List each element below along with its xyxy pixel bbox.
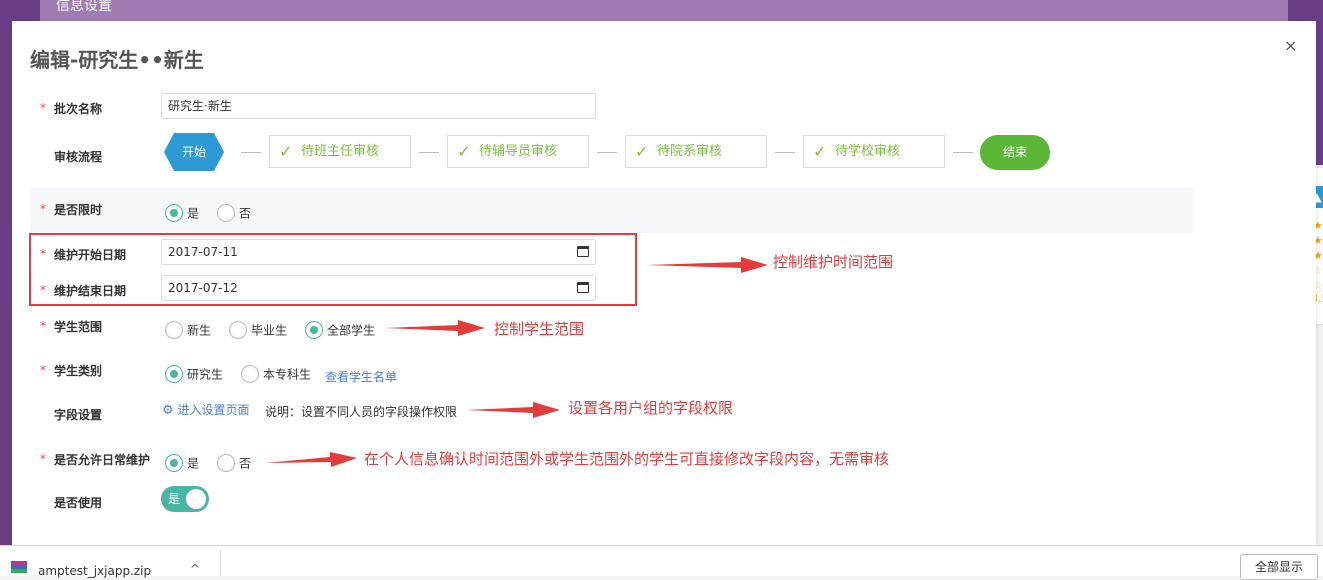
toggle-knob <box>186 489 206 509</box>
arrow-icon <box>385 320 485 336</box>
flow-step: ✓ 待辅导员审核 <box>447 135 589 168</box>
zip-archive-icon <box>11 561 27 573</box>
annotation-student-scope: 控制学生范围 <box>494 320 585 338</box>
date-range-highlight-box <box>29 233 637 306</box>
required-mark: * <box>40 202 46 216</box>
dialog-title: 编辑-研究生••新生 <box>30 48 204 72</box>
flow-start-node: 开始 <box>164 133 224 171</box>
flow-connector <box>419 152 439 153</box>
scope-graduate-radio[interactable]: 毕业生 <box>229 321 287 339</box>
flow-step-label: 待院系审核 <box>657 144 723 159</box>
daily-maintenance-no-radio[interactable]: 否 <box>217 454 251 472</box>
annotation-daily-maintenance: 在个人信息确认时间范围外或学生范围外的学生可直接修改字段内容，无需审核 <box>364 450 890 468</box>
check-icon: ✓ <box>457 142 471 161</box>
show-all-button[interactable]: 全部显示 <box>1240 554 1318 580</box>
batch-name-input[interactable]: 研究生·新生 <box>161 93 596 119</box>
flow-step-label: 待班主任审核 <box>301 144 380 159</box>
flow-connector <box>597 152 617 153</box>
required-mark: * <box>40 452 46 466</box>
time-limited-label: 是否限时 <box>54 203 103 217</box>
flow-connector <box>241 152 261 153</box>
close-button[interactable]: × <box>1284 38 1297 54</box>
flow-step: ✓ 待院系审核 <box>625 135 767 168</box>
arrow-icon <box>466 402 560 418</box>
check-icon: ✓ <box>813 142 827 161</box>
daily-maintenance-label: 是否允许日常维护 <box>54 453 151 467</box>
flow-step-label: 待学校审核 <box>835 144 901 159</box>
time-limited-row-background <box>30 187 1193 233</box>
flow-end-node: 结束 <box>980 135 1050 170</box>
scope-new-radio[interactable]: 新生 <box>165 321 211 339</box>
flow-connector <box>953 152 973 153</box>
type-postgraduate-radio[interactable]: 研究生 <box>165 365 223 383</box>
background-header-title: 信息设置 <box>56 0 112 14</box>
student-type-label: 学生类别 <box>54 364 103 378</box>
scope-all-radio[interactable]: 全部学生 <box>305 321 375 339</box>
arrow-icon <box>265 452 357 467</box>
background-header: 信息设置 <box>40 0 1288 21</box>
time-limited-yes-radio[interactable]: 是 <box>165 204 199 222</box>
check-icon: ✓ <box>635 142 649 161</box>
gear-icon: ⚙ <box>162 403 174 418</box>
batch-name-label: 批次名称 <box>54 102 103 116</box>
flow-connector <box>775 152 795 153</box>
download-file-name[interactable]: amptest_jxjapp.zip <box>38 564 151 578</box>
annotation-field-permission: 设置各用户组的字段权限 <box>568 399 734 417</box>
flow-label: 审核流程 <box>54 150 103 164</box>
annotation-time-range: 控制维护时间范围 <box>773 253 894 271</box>
flow-step-label: 待辅导员审核 <box>479 144 558 159</box>
chevron-up-icon[interactable]: ^ <box>190 562 200 576</box>
required-mark: * <box>40 101 46 115</box>
in-use-label: 是否使用 <box>54 496 103 510</box>
in-use-toggle[interactable]: 是 <box>161 486 209 512</box>
download-separator <box>220 550 221 576</box>
download-bar: amptest_jxjapp.zip ^ 全部显示 <box>0 545 1323 580</box>
enter-settings-link[interactable]: ⚙ 进入设置页面 <box>162 401 250 418</box>
type-undergraduate-radio[interactable]: 本专科生 <box>241 365 311 383</box>
view-student-list-link[interactable]: 查看学生名单 <box>325 368 397 385</box>
flow-step: ✓ 待班主任审核 <box>269 135 411 168</box>
flow-start-label: 开始 <box>181 145 206 159</box>
required-mark: * <box>40 363 46 377</box>
time-limited-no-radio[interactable]: 否 <box>217 204 251 222</box>
flow-step: ✓ 待学校审核 <box>803 135 945 168</box>
arrow-icon <box>646 257 768 273</box>
check-icon: ✓ <box>279 142 293 161</box>
daily-maintenance-yes-radio[interactable]: 是 <box>165 454 199 472</box>
field-settings-note: 说明：设置不同人员的字段操作权限 <box>265 405 458 419</box>
toggle-text: 是 <box>168 492 181 506</box>
student-scope-label: 学生范围 <box>54 320 103 334</box>
required-mark: * <box>40 319 46 333</box>
field-settings-label: 字段设置 <box>54 408 103 422</box>
